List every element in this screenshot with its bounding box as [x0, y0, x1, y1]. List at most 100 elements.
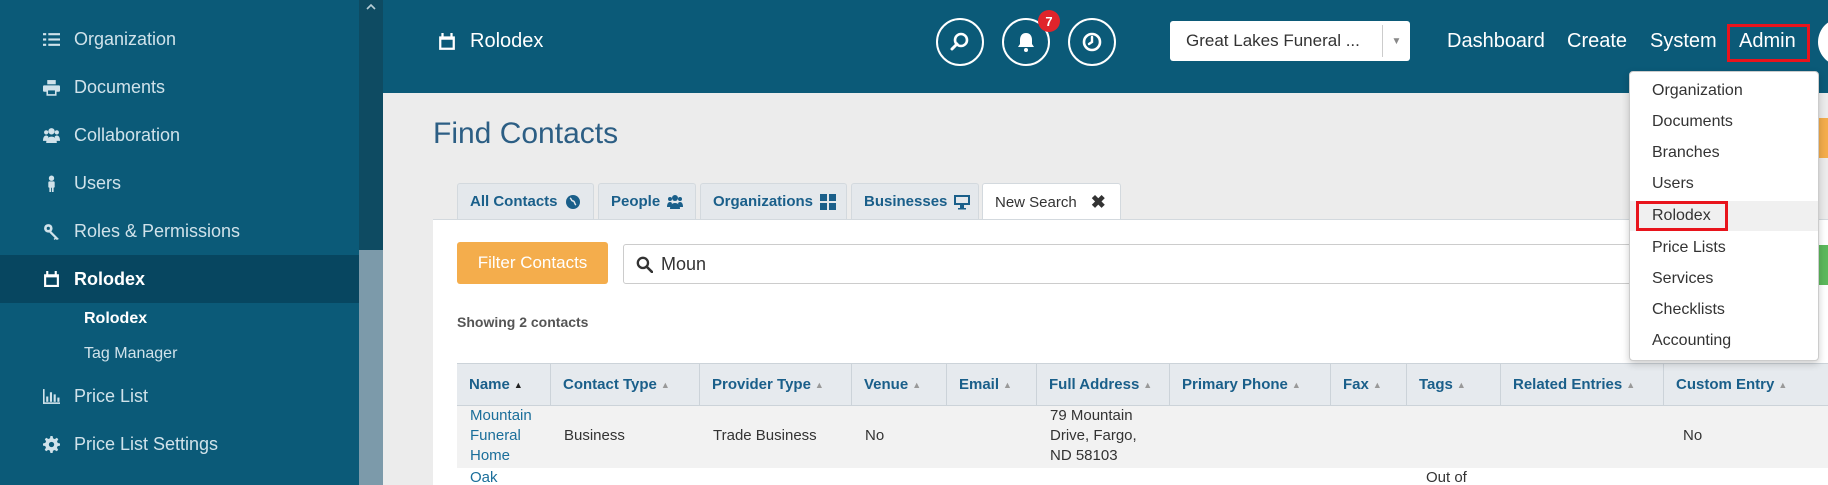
column-header-provider-type[interactable]: Provider Type ▲	[700, 364, 852, 405]
sort-icon: ▲	[1143, 379, 1153, 390]
sort-asc-icon: ▲	[513, 379, 523, 390]
filter-contacts-button[interactable]: Filter Contacts	[457, 242, 608, 284]
print-icon	[42, 78, 60, 96]
clock-icon	[1082, 32, 1102, 52]
tab-organizations[interactable]: Organizations	[700, 183, 847, 219]
nav-create[interactable]: Create	[1567, 30, 1627, 53]
calendar-icon	[439, 32, 455, 50]
grid-icon	[820, 193, 837, 210]
column-label: Fax	[1343, 376, 1369, 393]
sidebar-item-label: Price List	[74, 385, 149, 406]
column-header-tags[interactable]: Tags ▲	[1407, 364, 1501, 405]
sidebar-scrollbar[interactable]	[359, 0, 383, 485]
column-label: Email	[959, 376, 1000, 393]
sidebar: Organization Documents Collaboration Use…	[0, 0, 359, 485]
sidebar-item-label: Documents	[74, 76, 166, 97]
column-header-custom-entry[interactable]: Custom Entry ▲	[1664, 364, 1828, 405]
sidebar-item-price-list-settings[interactable]: Price List Settings	[0, 420, 359, 468]
sidebar-item-users[interactable]: Users	[0, 159, 359, 207]
admin-highlight-box	[1727, 24, 1810, 62]
sort-icon: ▲	[1291, 379, 1301, 390]
tab-people[interactable]: People	[598, 183, 696, 219]
search-field[interactable]	[623, 244, 1643, 284]
sidebar-item-collaboration[interactable]: Collaboration	[0, 111, 359, 159]
sidebar-item-label: Users	[74, 172, 122, 193]
column-header-venue[interactable]: Venue ▲	[852, 364, 947, 405]
tab-new-search[interactable]: New Search ✖	[982, 183, 1121, 220]
contact-name-link[interactable]: Mountain Funeral Home	[470, 406, 532, 466]
tab-label: Businesses	[864, 193, 948, 210]
page-brand-title: Rolodex	[470, 30, 544, 52]
sort-icon: ▲	[1003, 379, 1012, 390]
sidebar-item-documents[interactable]: Documents	[0, 63, 359, 111]
custom-entry-cell: No	[1683, 427, 1703, 444]
table-row[interactable]	[457, 468, 1828, 485]
column-header-name[interactable]: Name ▲	[457, 364, 551, 405]
sidebar-subitem-rolodex[interactable]: Rolodex	[84, 310, 147, 328]
column-label: Provider Type	[712, 376, 811, 393]
sort-icon: ▲	[814, 379, 824, 390]
history-button[interactable]	[1068, 18, 1116, 66]
column-label: Tags	[1419, 376, 1453, 393]
menu-item-price-lists[interactable]: Price Lists	[1630, 233, 1818, 263]
results-count: Showing 2 contacts	[457, 314, 589, 330]
menu-item-organization[interactable]: Organization	[1630, 76, 1818, 106]
search-button[interactable]	[936, 18, 984, 66]
column-header-full-address[interactable]: Full Address ▲	[1037, 364, 1170, 405]
column-label: Venue	[864, 376, 909, 393]
sidebar-item-roles-permissions[interactable]: Roles & Permissions	[0, 207, 359, 255]
name-line: Funeral	[470, 427, 521, 444]
menu-item-users[interactable]: Users	[1630, 169, 1818, 199]
column-header-primary-phone[interactable]: Primary Phone ▲	[1170, 364, 1331, 405]
sidebar-item-rolodex[interactable]: Rolodex	[0, 255, 359, 303]
users-icon	[42, 126, 60, 144]
column-header-email[interactable]: Email ▲	[947, 364, 1037, 405]
column-label: Name	[469, 376, 510, 393]
rolodex-highlight-box	[1636, 201, 1728, 231]
menu-item-documents[interactable]: Documents	[1630, 107, 1818, 137]
sidebar-item-label: Price List Settings	[74, 433, 219, 454]
sort-icon: ▲	[1626, 379, 1636, 390]
column-header-contact-type[interactable]: Contact Type ▲	[551, 364, 700, 405]
tab-all-contacts[interactable]: All Contacts	[457, 183, 594, 219]
calendar-icon	[42, 270, 60, 288]
users-icon	[667, 194, 684, 210]
column-label: Custom Entry	[1676, 376, 1775, 393]
scrollbar-track	[359, 0, 383, 250]
contact-name-link[interactable]: Oak	[470, 468, 498, 485]
column-label: Full Address	[1049, 376, 1140, 393]
sidebar-subitem-tag-manager[interactable]: Tag Manager	[84, 345, 177, 363]
close-icon[interactable]: ✖	[1091, 192, 1106, 213]
bell-icon	[1018, 33, 1034, 52]
provider-type-cell: Trade Business	[713, 427, 817, 444]
nav-dashboard[interactable]: Dashboard	[1447, 30, 1545, 53]
key-icon	[42, 222, 60, 240]
menu-item-branches[interactable]: Branches	[1630, 138, 1818, 168]
column-header-related-entries[interactable]: Related Entries ▲	[1501, 364, 1664, 405]
sidebar-item-label: Collaboration	[74, 124, 181, 145]
search-input[interactable]	[661, 253, 1561, 275]
table-header: Name ▲ Contact Type ▲ Provider Type ▲ Venue…	[457, 363, 1828, 406]
nav-system[interactable]: System	[1650, 30, 1717, 53]
caret-down-icon: ▼	[1382, 25, 1410, 57]
menu-item-services[interactable]: Services	[1630, 264, 1818, 294]
column-header-fax[interactable]: Fax ▲	[1331, 364, 1407, 405]
bar-chart-icon	[42, 387, 60, 405]
notification-count-badge: 7	[1038, 10, 1060, 32]
table-row[interactable]	[457, 406, 1828, 468]
sort-icon: ▲	[1778, 379, 1788, 390]
search-icon	[950, 32, 969, 51]
page-title: Find Contacts	[433, 117, 619, 150]
menu-item-accounting[interactable]: Accounting	[1630, 326, 1818, 356]
sidebar-item-price-list[interactable]: Price List	[0, 372, 359, 420]
sidebar-item-label: Organization	[74, 28, 177, 49]
sidebar-item-organization[interactable]: Organization	[0, 15, 359, 63]
address-cell: 79 Mountain Drive, Fargo, ND 58103	[1050, 406, 1137, 466]
organization-select[interactable]: Great Lakes Funeral ... ▼	[1170, 21, 1410, 61]
menu-item-checklists[interactable]: Checklists	[1630, 295, 1818, 325]
scroll-up-arrow-icon[interactable]	[366, 2, 376, 12]
address-line: 79 Mountain	[1050, 407, 1133, 424]
list-icon	[42, 30, 60, 48]
page-brand: Rolodex	[438, 30, 543, 53]
tab-businesses[interactable]: Businesses	[851, 183, 979, 219]
